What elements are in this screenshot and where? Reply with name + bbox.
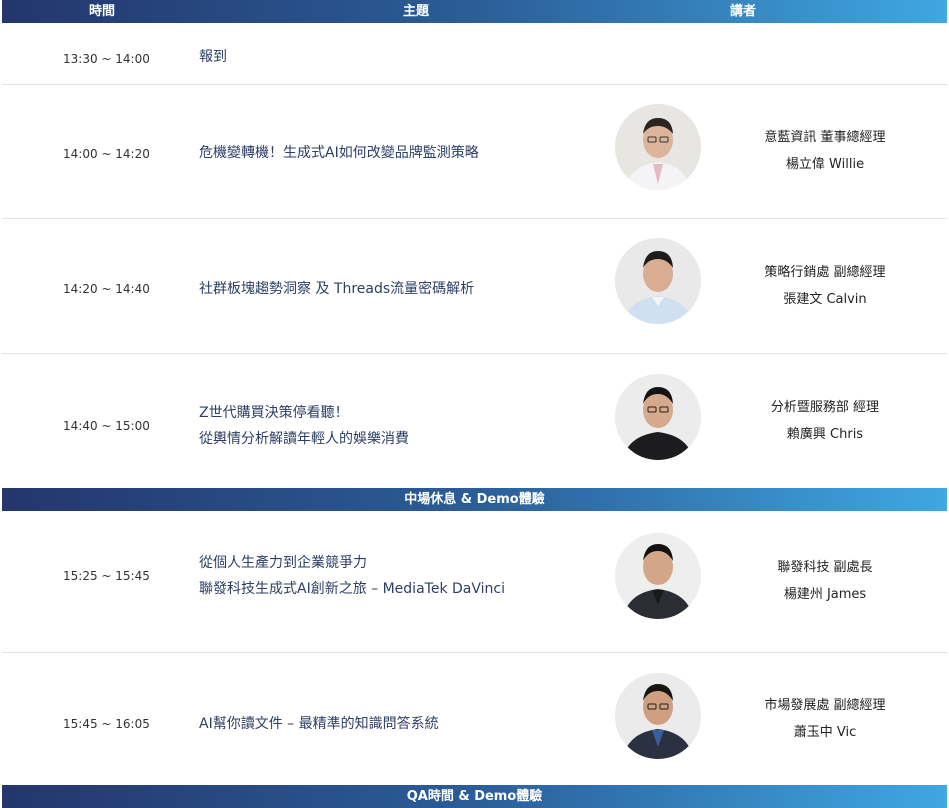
session-topic: 報到 bbox=[199, 44, 609, 70]
speaker-title: 分析暨服務部 經理 bbox=[770, 400, 880, 415]
header-time: 時間 bbox=[88, 4, 115, 19]
topic-line: 報到 bbox=[199, 49, 227, 65]
speaker-name: 蕭玉中 Vic bbox=[793, 725, 857, 740]
speaker-photo bbox=[615, 104, 701, 190]
session-topic: AI幫你讀文件 – 最精準的知識問答系統 bbox=[199, 711, 609, 737]
speaker-info: 聯發科技 副處長 楊建州 James bbox=[740, 554, 910, 608]
break-label: QA時間 & Demo體驗 bbox=[406, 789, 543, 804]
speaker-title: 策略行銷處 副總經理 bbox=[764, 265, 886, 280]
break-bar-intermission: 中場休息 & Demo體驗 bbox=[2, 488, 947, 511]
session-time: 14:20 ~ 14:40 bbox=[63, 282, 150, 296]
speaker-name: 楊建州 James bbox=[783, 587, 867, 602]
session-topic: Z世代購買決策停看聽！ 從輿情分析解讀年輕人的娛樂消費 bbox=[199, 400, 609, 452]
topic-line: 聯發科技生成式AI創新之旅 – MediaTek DaVinci bbox=[199, 581, 505, 597]
speaker-title: 市場發展處 副總經理 bbox=[764, 698, 886, 713]
speaker-info: 分析暨服務部 經理 賴廣興 Chris bbox=[740, 394, 910, 448]
topic-line: 從個人生產力到企業競爭力 bbox=[199, 555, 367, 571]
header-topic: 主題 bbox=[402, 4, 429, 19]
session-time: 13:30 ~ 14:00 bbox=[63, 52, 150, 66]
agenda-row-session: 14:40 ~ 15:00 Z世代購買決策停看聽！ 從輿情分析解讀年輕人的娛樂消… bbox=[2, 354, 947, 488]
speaker-photo bbox=[615, 673, 701, 759]
topic-line: 危機變轉機！生成式AI如何改變品牌監測策略 bbox=[199, 145, 479, 161]
speaker-name: 張建文 Calvin bbox=[783, 292, 867, 307]
speaker-info: 市場發展處 副總經理 蕭玉中 Vic bbox=[740, 692, 910, 746]
session-topic: 危機變轉機！生成式AI如何改變品牌監測策略 bbox=[199, 140, 609, 166]
break-bar-qa: QA時間 & Demo體驗 bbox=[2, 785, 947, 808]
session-topic: 社群板塊趨勢洞察 及 Threads流量密碼解析 bbox=[199, 276, 609, 302]
speaker-name: 楊立偉 Willie bbox=[785, 157, 865, 172]
speaker-info: 意藍資訊 董事總經理 楊立偉 Willie bbox=[740, 124, 910, 178]
speaker-photo bbox=[615, 533, 701, 619]
topic-line: AI幫你讀文件 – 最精準的知識問答系統 bbox=[199, 716, 439, 732]
speaker-title: 聯發科技 副處長 bbox=[777, 560, 873, 575]
topic-line: 從輿情分析解讀年輕人的娛樂消費 bbox=[199, 431, 409, 447]
agenda-row-session: 14:20 ~ 14:40 社群板塊趨勢洞察 及 Threads流量密碼解析 策… bbox=[2, 219, 947, 354]
agenda-row-session: 14:00 ~ 14:20 危機變轉機！生成式AI如何改變品牌監測策略 意藍資訊… bbox=[2, 85, 947, 219]
topic-line: Z世代購買決策停看聽！ bbox=[199, 405, 349, 421]
speaker-info: 策略行銷處 副總經理 張建文 Calvin bbox=[740, 259, 910, 313]
break-label: 中場休息 & Demo體驗 bbox=[404, 492, 545, 507]
session-time: 15:45 ~ 16:05 bbox=[63, 717, 150, 731]
speaker-photo bbox=[615, 374, 701, 460]
agenda-page: 時間 主題 講者 13:30 ~ 14:00 報到 14:00 ~ 14:20 … bbox=[0, 0, 949, 808]
agenda-header: 時間 主題 講者 bbox=[2, 0, 947, 23]
speaker-title: 意藍資訊 董事總經理 bbox=[764, 130, 886, 145]
agenda-row-session: 15:45 ~ 16:05 AI幫你讀文件 – 最精準的知識問答系統 市場發展處… bbox=[2, 653, 947, 785]
session-time: 15:25 ~ 15:45 bbox=[63, 569, 150, 583]
session-time: 14:40 ~ 15:00 bbox=[63, 419, 150, 433]
speaker-name: 賴廣興 Chris bbox=[786, 427, 864, 442]
agenda-row-session: 15:25 ~ 15:45 從個人生產力到企業競爭力 聯發科技生成式AI創新之旅… bbox=[2, 511, 947, 653]
speaker-photo bbox=[615, 238, 701, 324]
agenda-row-checkin: 13:30 ~ 14:00 報到 bbox=[2, 23, 947, 85]
session-time: 14:00 ~ 14:20 bbox=[63, 147, 150, 161]
header-speaker: 講者 bbox=[729, 4, 756, 19]
session-topic: 從個人生產力到企業競爭力 聯發科技生成式AI創新之旅 – MediaTek Da… bbox=[199, 550, 609, 602]
topic-line: 社群板塊趨勢洞察 及 Threads流量密碼解析 bbox=[199, 281, 475, 297]
